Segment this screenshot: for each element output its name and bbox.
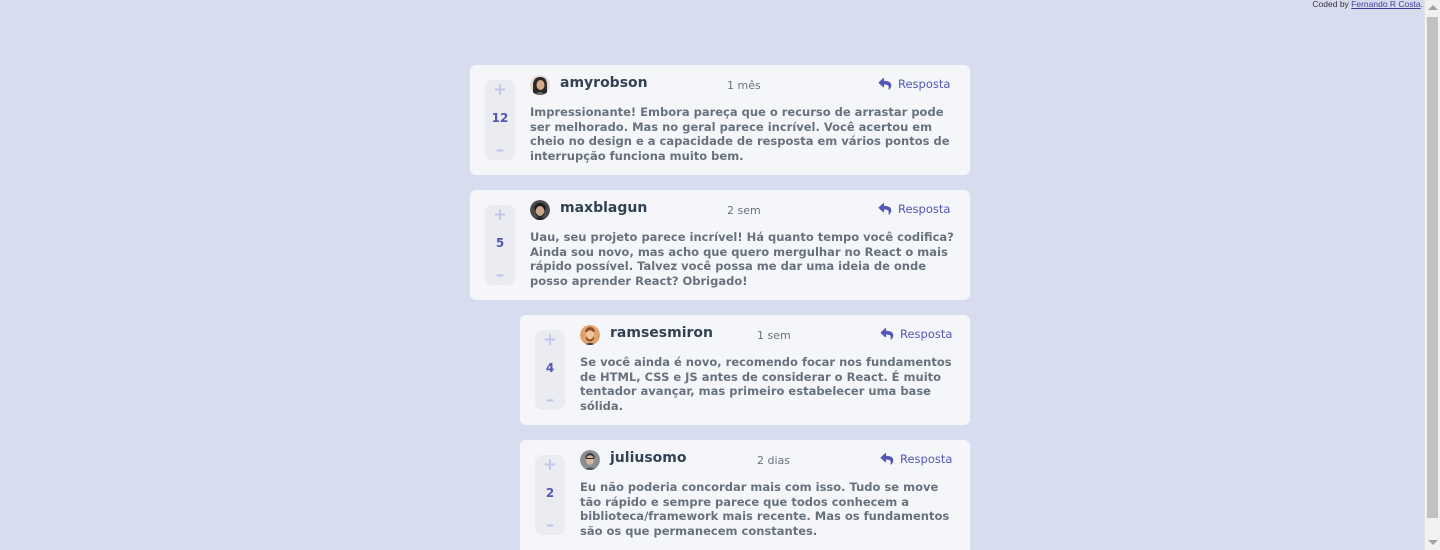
vote-count: 5 (495, 236, 505, 250)
scroll-down-arrow-icon[interactable] (1428, 540, 1438, 545)
scrollbar-thumb[interactable] (1427, 17, 1438, 518)
reply-label: Resposta (898, 77, 951, 91)
reply-label: Resposta (900, 327, 953, 341)
comment-text: Eu não poderia concordar mais com isso. … (580, 480, 950, 538)
reply-button[interactable]: Resposta (878, 77, 950, 91)
reply-arrow-icon (878, 203, 892, 215)
username[interactable]: amyrobson (560, 75, 648, 91)
reply-comment-card: + 4 – ramsesmiron 1 sem Resposta Se você… (520, 315, 970, 425)
attribution-prefix: Coded by (1312, 0, 1352, 9)
vote-control: + 12 – (485, 80, 515, 160)
timestamp: 2 dias (757, 454, 791, 467)
vote-count: 2 (545, 486, 555, 500)
comment-text: Impressionante! Embora pareça que o recu… (530, 105, 950, 163)
comment-card: + 12 – amyrobson 1 mês Resposta Impressi… (470, 65, 970, 175)
username[interactable]: maxblagun (560, 200, 647, 216)
comment-text: Uau, seu projeto parece incrível! Há qua… (530, 230, 954, 288)
avatar (530, 200, 550, 220)
timestamp: 2 sem (727, 204, 761, 217)
vote-control: + 2 – (535, 455, 565, 535)
minus-icon[interactable]: – (485, 140, 515, 160)
avatar (580, 325, 600, 345)
avatar (530, 75, 550, 95)
vote-count: 4 (545, 361, 555, 375)
username[interactable]: ramsesmiron (610, 325, 713, 341)
attribution-suffix: . (1420, 0, 1423, 9)
attribution-author-link[interactable]: Fernando R Costa (1351, 0, 1420, 9)
reply-label: Resposta (900, 452, 953, 466)
vertical-scrollbar[interactable] (1424, 0, 1440, 550)
comment-card: + 5 – maxblagun 2 sem Resposta Uau, seu … (470, 190, 970, 300)
minus-icon[interactable]: – (535, 515, 565, 535)
avatar (580, 450, 600, 470)
plus-icon[interactable]: + (535, 455, 565, 475)
comment-text: Se você ainda é novo, recomendo focar no… (580, 355, 952, 413)
reply-arrow-icon (878, 78, 892, 90)
vote-count: 12 (491, 111, 509, 125)
vote-control: + 5 – (485, 205, 515, 285)
vote-control: + 4 – (535, 330, 565, 410)
plus-icon[interactable]: + (485, 80, 515, 100)
reply-comment-card: + 2 – juliusomo 2 dias Resposta Eu não p… (520, 440, 970, 550)
timestamp: 1 mês (727, 79, 761, 92)
minus-icon[interactable]: – (485, 265, 515, 285)
reply-button[interactable]: Resposta (880, 452, 952, 466)
reply-arrow-icon (880, 453, 894, 465)
attribution: Coded by Fernando R Costa. (1312, 0, 1423, 9)
plus-icon[interactable]: + (485, 205, 515, 225)
reply-arrow-icon (880, 328, 894, 340)
timestamp: 1 sem (757, 329, 791, 342)
plus-icon[interactable]: + (535, 330, 565, 350)
username[interactable]: juliusomo (610, 450, 687, 466)
scroll-up-arrow-icon[interactable] (1428, 5, 1438, 10)
reply-label: Resposta (898, 202, 951, 216)
reply-button[interactable]: Resposta (880, 327, 952, 341)
reply-button[interactable]: Resposta (878, 202, 950, 216)
minus-icon[interactable]: – (535, 390, 565, 410)
